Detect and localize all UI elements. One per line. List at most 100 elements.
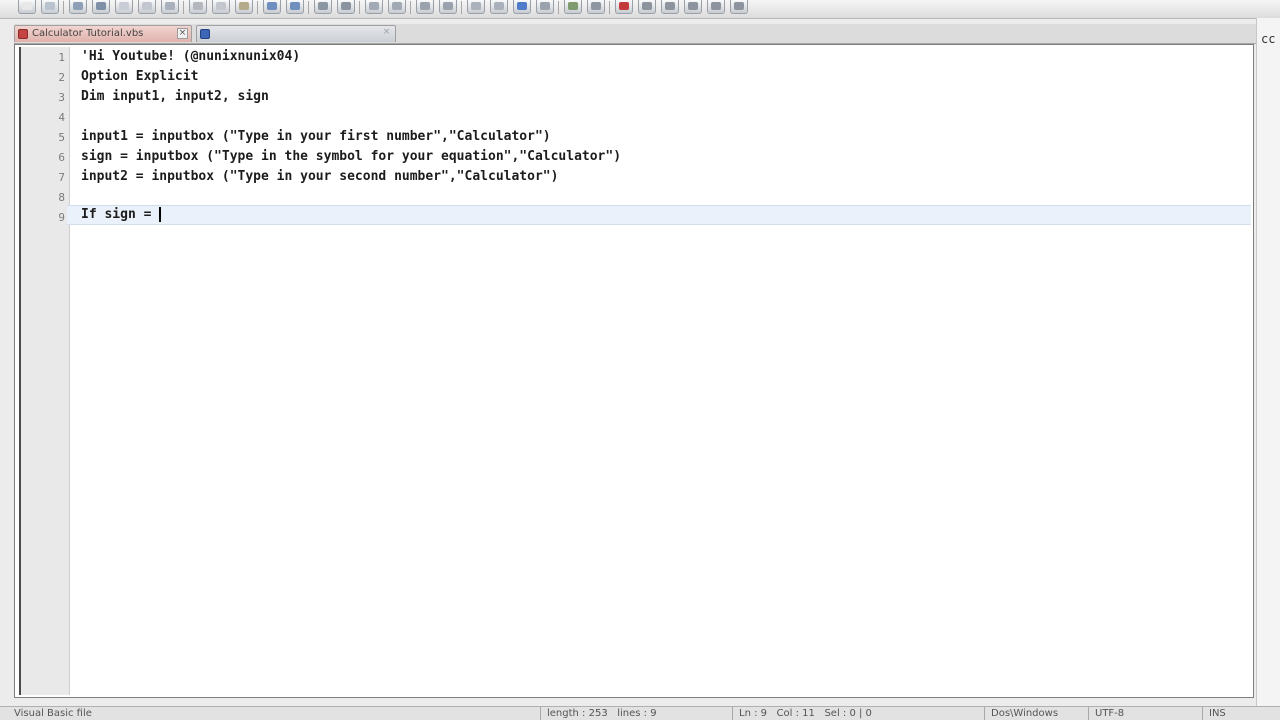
indent-guide-icon[interactable] (513, 0, 531, 14)
code-line[interactable]: sign = inputbox ("Type in the symbol for… (81, 147, 1251, 167)
toolbar-separator (183, 1, 184, 14)
replace-icon[interactable] (337, 0, 355, 14)
status-eol[interactable]: Dos\Windows (984, 707, 1084, 720)
code-line[interactable]: 'Hi Youtube! (@nunixnunix04) (81, 47, 1251, 67)
redo-glyph (290, 2, 300, 10)
line-number: 7 (58, 171, 65, 184)
sync-horizontal-glyph (443, 2, 453, 10)
doc-map-icon[interactable] (564, 0, 582, 14)
code-line[interactable]: Dim input1, input2, sign (81, 87, 1251, 107)
function-list-icon[interactable] (587, 0, 605, 14)
show-all-chars-glyph (494, 2, 504, 10)
replace-glyph (341, 2, 351, 10)
undo-icon[interactable] (263, 0, 281, 14)
file-saved-icon (200, 29, 210, 39)
record-macro-glyph (619, 2, 629, 10)
play-macro-glyph (665, 2, 675, 10)
show-all-chars-icon[interactable] (490, 0, 508, 14)
status-col: Col : 11 (776, 708, 815, 719)
paste-glyph (239, 2, 249, 10)
indent-guide-glyph (517, 2, 527, 10)
open-file-icon[interactable] (41, 0, 59, 14)
code-editor[interactable]: 1 2 3 4 5 6 7 8 9 'Hi Youtube! (@nunixnu… (14, 44, 1254, 698)
close-tab-icon[interactable]: × (381, 28, 392, 39)
text-caret (159, 207, 162, 222)
save-macro-glyph (711, 2, 721, 10)
close-all-glyph (142, 2, 152, 10)
status-bar: Visual Basic file length : 253 lines : 9… (0, 706, 1280, 720)
copy-icon[interactable] (212, 0, 230, 14)
save-macro-icon[interactable] (707, 0, 725, 14)
code-line[interactable] (81, 187, 1251, 207)
cut-icon[interactable] (189, 0, 207, 14)
save-glyph (73, 2, 83, 10)
paste-icon[interactable] (235, 0, 253, 14)
word-wrap-icon[interactable] (467, 0, 485, 14)
cut-glyph (193, 2, 203, 10)
print-icon[interactable] (161, 0, 179, 14)
file-modified-icon (18, 29, 28, 39)
side-panel: cc (1256, 18, 1280, 720)
stop-macro-glyph (642, 2, 652, 10)
doc-map-glyph (568, 2, 578, 10)
redo-icon[interactable] (286, 0, 304, 14)
stop-macro-icon[interactable] (638, 0, 656, 14)
close-all-icon[interactable] (138, 0, 156, 14)
line-number: 3 (58, 91, 65, 104)
line-number-gutter: 1 2 3 4 5 6 7 8 9 (19, 47, 70, 695)
save-all-icon[interactable] (92, 0, 110, 14)
line-number: 2 (58, 71, 65, 84)
status-encoding[interactable]: UTF-8 (1088, 707, 1198, 720)
close-tab-icon[interactable]: × (177, 28, 188, 39)
status-ln: Ln : 9 (739, 708, 767, 719)
function-list-glyph (591, 2, 601, 10)
line-number: 6 (58, 151, 65, 164)
new-file-icon[interactable] (18, 0, 36, 14)
undo-glyph (267, 2, 277, 10)
status-insert-mode[interactable]: INS (1202, 707, 1280, 720)
open-file-glyph (45, 2, 55, 10)
toolbar-separator (308, 1, 309, 14)
user-language-icon[interactable] (536, 0, 554, 14)
zoom-in-icon[interactable] (365, 0, 383, 14)
line-number: 4 (58, 111, 65, 124)
toolbar-separator (410, 1, 411, 14)
code-line[interactable]: Option Explicit (81, 67, 1251, 87)
save-all-glyph (96, 2, 106, 10)
tab-bar: Calculator Tutorial.vbs × × (14, 24, 1256, 44)
code-line[interactable]: input1 = inputbox ("Type in your first n… (81, 127, 1251, 147)
status-file-type: Visual Basic file (14, 708, 92, 719)
find-icon[interactable] (314, 0, 332, 14)
status-lines: lines : 9 (617, 708, 657, 719)
word-wrap-glyph (471, 2, 481, 10)
print-glyph (165, 2, 175, 10)
save-icon[interactable] (69, 0, 87, 14)
status-length-lines: length : 253 lines : 9 (540, 707, 730, 720)
spellcheck-icon[interactable] (730, 0, 748, 14)
tab-second-file[interactable]: × (196, 25, 396, 42)
run-macro-multiple-icon[interactable] (684, 0, 702, 14)
line-number: 5 (58, 131, 65, 144)
current-code-line[interactable]: If sign = (67, 205, 1251, 225)
new-file-glyph (22, 2, 32, 10)
zoom-in-glyph (369, 2, 379, 10)
status-length: length : 253 (547, 708, 608, 719)
sync-horizontal-icon[interactable] (439, 0, 457, 14)
record-macro-icon[interactable] (615, 0, 633, 14)
code-area[interactable]: 'Hi Youtube! (@nunixnunix04) Option Expl… (67, 47, 1251, 695)
status-sel: Sel : 0 | 0 (824, 708, 872, 719)
run-macro-multiple-glyph (688, 2, 698, 10)
side-panel-label: cc (1261, 32, 1276, 46)
line-number: 9 (58, 211, 65, 224)
code-line[interactable] (81, 107, 1251, 127)
play-macro-icon[interactable] (661, 0, 679, 14)
code-line[interactable]: input2 = inputbox ("Type in your second … (81, 167, 1251, 187)
find-glyph (318, 2, 328, 10)
status-position: Ln : 9 Col : 11 Sel : 0 | 0 (732, 707, 982, 720)
close-icon[interactable] (115, 0, 133, 14)
zoom-out-icon[interactable] (388, 0, 406, 14)
line-number: 1 (58, 51, 65, 64)
user-language-glyph (540, 2, 550, 10)
tab-calculator-tutorial[interactable]: Calculator Tutorial.vbs × (14, 25, 192, 42)
sync-vertical-icon[interactable] (416, 0, 434, 14)
